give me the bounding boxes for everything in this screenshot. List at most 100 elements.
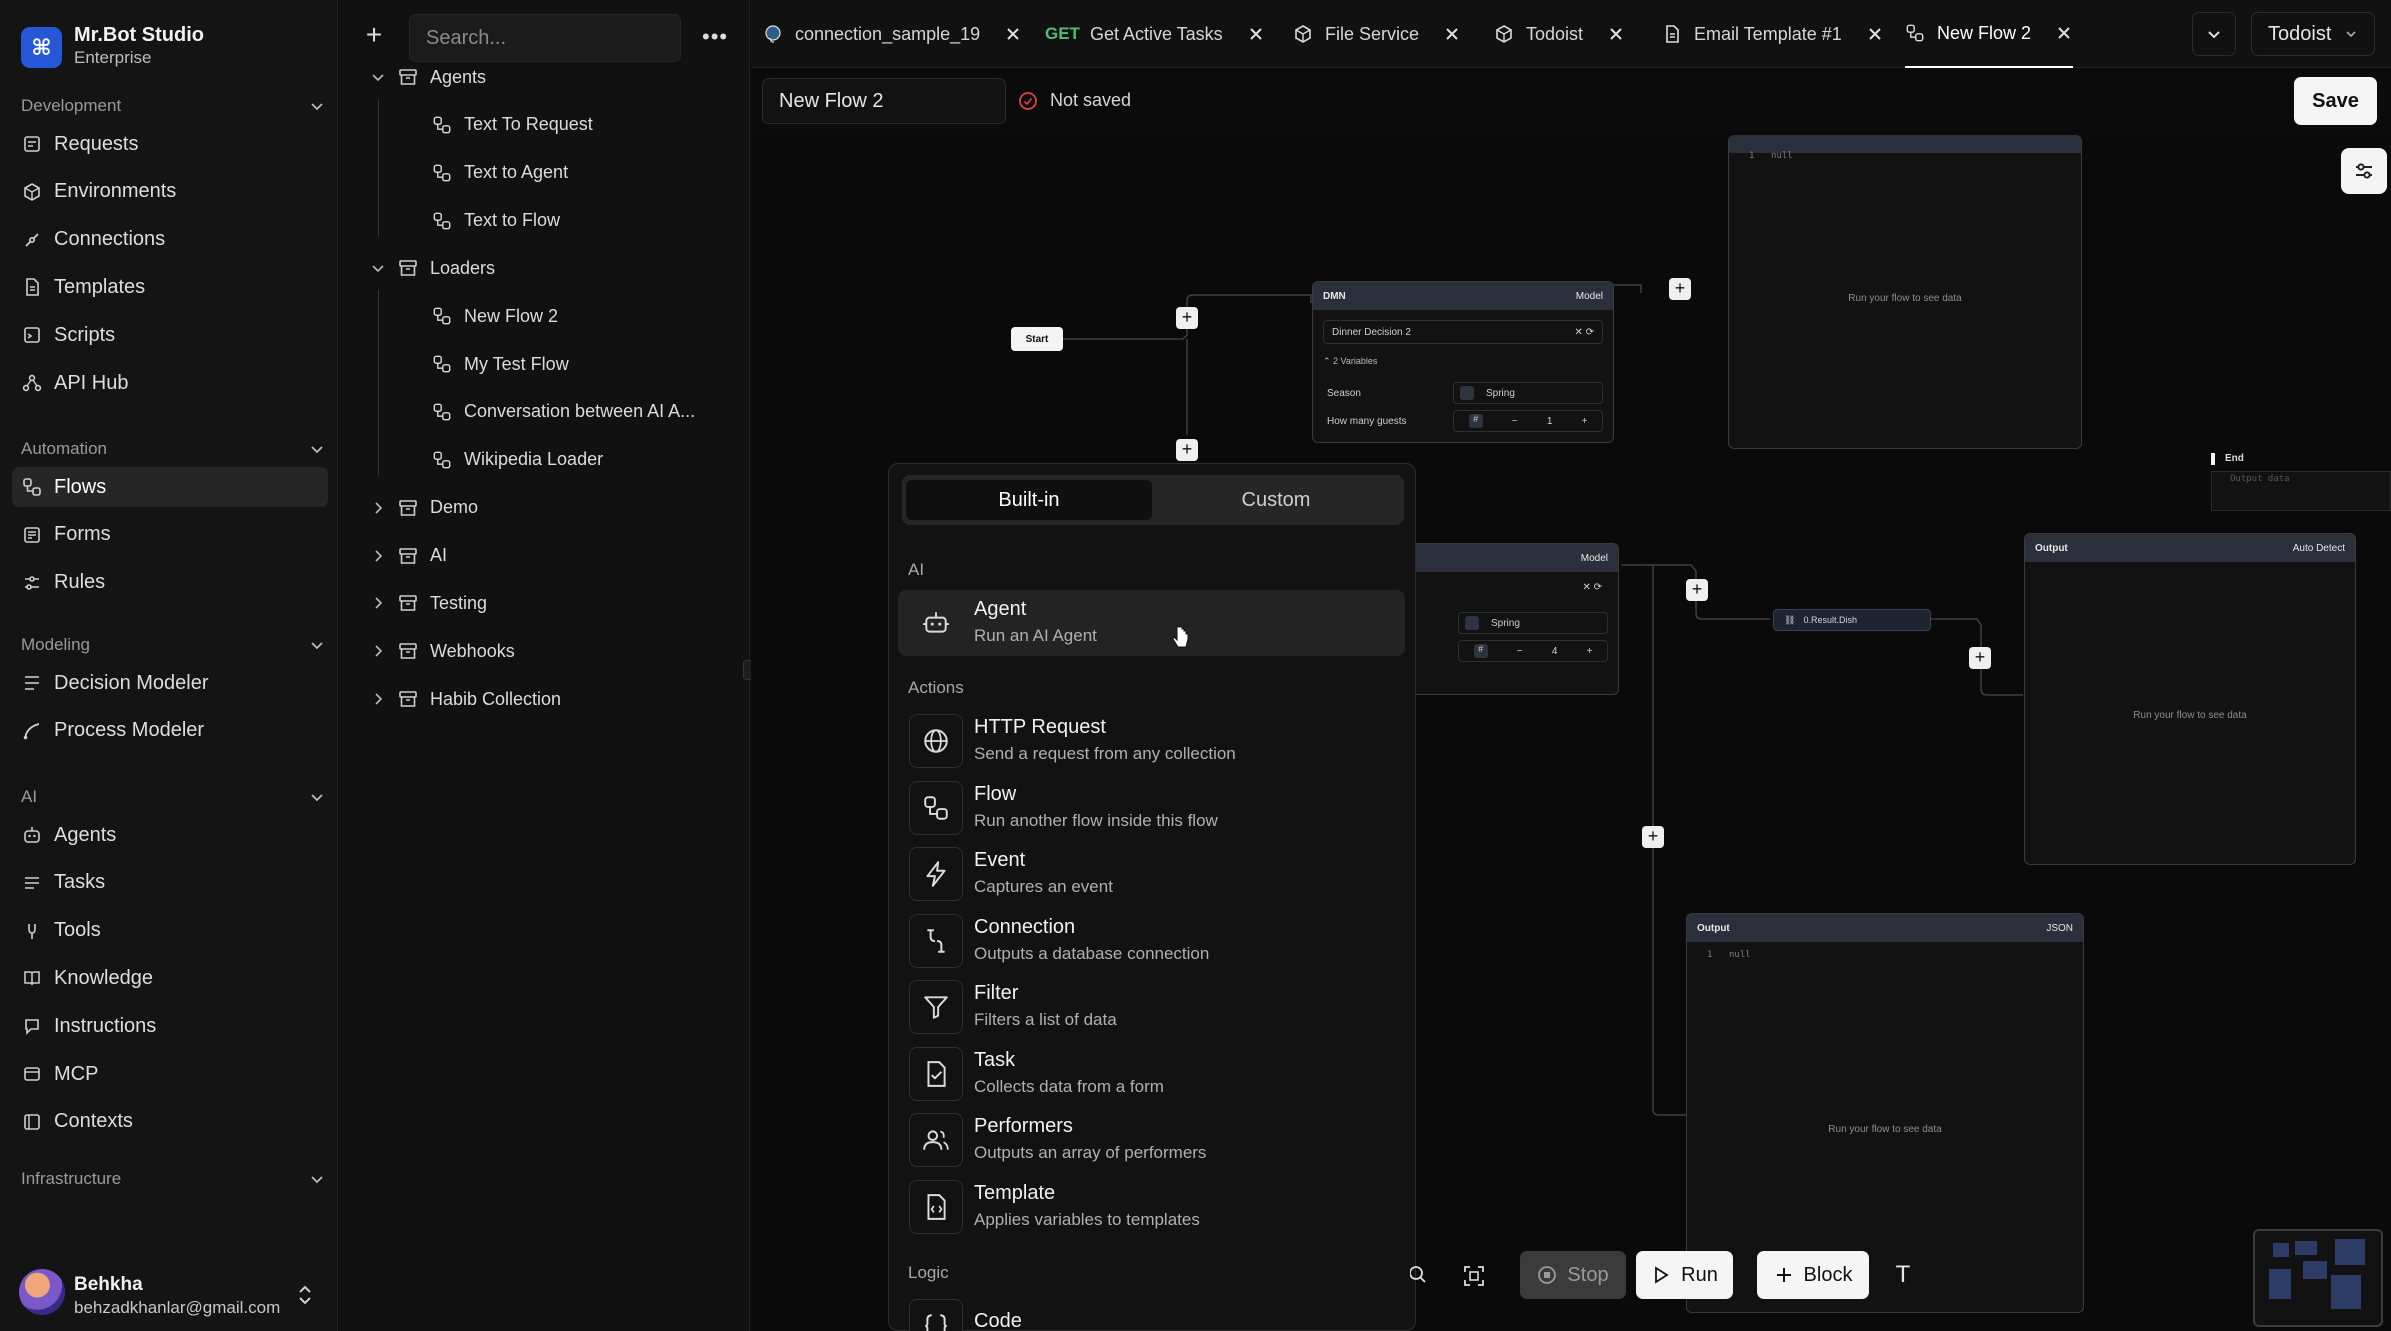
avatar[interactable] bbox=[19, 1269, 65, 1315]
start-node[interactable]: Start bbox=[1011, 327, 1063, 351]
tree-item[interactable]: Text to Agent bbox=[432, 155, 702, 191]
run-button[interactable]: Run bbox=[1636, 1251, 1733, 1299]
tree-folder[interactable]: Demo bbox=[370, 490, 478, 526]
sidebar-item-agents[interactable]: Agents bbox=[12, 815, 328, 855]
tree-item[interactable]: Text To Request bbox=[432, 107, 702, 143]
block-option-flow[interactable]: Flow Run another flow inside this flow bbox=[898, 775, 1405, 841]
section-header-infrastructure[interactable]: Infrastructure bbox=[21, 1169, 326, 1189]
close-icon[interactable] bbox=[1004, 25, 1022, 43]
tree-folder[interactable]: Loaders bbox=[370, 250, 495, 286]
tree-folder[interactable]: Habib Collection bbox=[370, 681, 561, 717]
add-block-button[interactable]: + bbox=[1176, 439, 1198, 461]
output-node-top[interactable]: 1 null Run your flow to see data bbox=[1728, 135, 2082, 449]
sidebar-item-scripts[interactable]: Scripts bbox=[12, 315, 328, 355]
add-item-button[interactable]: + bbox=[362, 21, 386, 49]
sidebar-item-contexts[interactable]: Contexts bbox=[12, 1102, 328, 1142]
tree-item[interactable]: Wikipedia Loader bbox=[432, 442, 702, 478]
block-option-performers[interactable]: Performers Outputs an array of performers bbox=[898, 1107, 1405, 1173]
tab-todoist[interactable]: Todoist bbox=[1494, 0, 1625, 68]
path-chip-node[interactable]: ⛓ 0.Result.Dish bbox=[1773, 609, 1931, 631]
section-header-automation[interactable]: Automation bbox=[21, 439, 326, 459]
canvas-settings-button[interactable] bbox=[2341, 148, 2387, 194]
block-option-connection[interactable]: Connection Outputs a database connection bbox=[898, 908, 1405, 974]
sidebar-item-tools[interactable]: Tools bbox=[12, 911, 328, 951]
decision-select[interactable]: Dinner Decision 2 ✕ ⟳ bbox=[1323, 320, 1603, 344]
close-icon[interactable] bbox=[1866, 25, 1884, 43]
app-logo[interactable]: ⌘ bbox=[21, 27, 62, 68]
workspace-select[interactable]: Todoist bbox=[2251, 12, 2375, 56]
section-header-development[interactable]: Development bbox=[21, 96, 326, 116]
block-option-filter[interactable]: Filter Filters a list of data bbox=[898, 974, 1405, 1040]
clear-icon[interactable]: ✕ ⟳ bbox=[1582, 582, 1602, 593]
decrement-icon[interactable]: − bbox=[1512, 416, 1518, 427]
block-option-event[interactable]: Event Captures an event bbox=[898, 841, 1405, 907]
variables-toggle[interactable]: ⌃ 2 Variables bbox=[1323, 356, 1377, 367]
sidebar-item-process-modeler[interactable]: Process Modeler bbox=[12, 711, 328, 751]
sidebar-item-api-hub[interactable]: API Hub bbox=[12, 363, 328, 403]
sidebar-item-environments[interactable]: Environments bbox=[12, 172, 328, 212]
tab-get-active-tasks[interactable]: GET Get Active Tasks bbox=[1045, 0, 1265, 68]
number-stepper[interactable]: # − 1 + bbox=[1453, 410, 1603, 432]
tab-file-service[interactable]: File Service bbox=[1293, 0, 1461, 68]
flow-name-input[interactable]: New Flow 2 bbox=[762, 78, 1006, 124]
tree-folder[interactable]: Webhooks bbox=[370, 633, 515, 669]
tree-item[interactable]: Conversation between AI A... bbox=[432, 394, 702, 430]
sidebar-item-connections[interactable]: Connections bbox=[12, 220, 328, 260]
tree-item[interactable]: Text to Flow bbox=[432, 203, 702, 239]
tree-folder[interactable]: AI bbox=[370, 538, 447, 574]
decrement-icon[interactable]: − bbox=[1517, 646, 1523, 657]
text-tool-button[interactable]: T bbox=[1884, 1251, 1922, 1299]
tab-custom[interactable]: Custom bbox=[1152, 480, 1400, 520]
canvas-minimap[interactable] bbox=[2253, 1229, 2383, 1327]
add-block-button[interactable]: + bbox=[1969, 647, 1991, 669]
variable-input[interactable]: Spring bbox=[1458, 612, 1608, 634]
tab-email-template-1[interactable]: Email Template #1 bbox=[1662, 0, 1884, 68]
close-icon[interactable] bbox=[1607, 25, 1625, 43]
zoom-out-icon[interactable] bbox=[1410, 1264, 1430, 1286]
section-header-ai[interactable]: AI bbox=[21, 787, 326, 807]
sidebar-item-requests[interactable]: Requests bbox=[12, 124, 328, 164]
output-node-auto[interactable]: Output Auto Detect Run your flow to see … bbox=[2024, 533, 2356, 865]
add-block-button[interactable]: + bbox=[1176, 307, 1198, 329]
sidebar-item-flows[interactable]: Flows bbox=[12, 467, 328, 507]
tabs-overflow-button[interactable] bbox=[2192, 12, 2236, 56]
variable-input[interactable]: Spring bbox=[1453, 382, 1603, 404]
sidebar-item-mcp[interactable]: MCP bbox=[12, 1054, 328, 1094]
account-switch-icon[interactable] bbox=[296, 1284, 314, 1306]
more-options-icon[interactable]: ••• bbox=[702, 24, 728, 50]
tab-new-flow-2[interactable]: New Flow 2 bbox=[1905, 0, 2074, 68]
tab-built-in[interactable]: Built-in bbox=[906, 480, 1152, 520]
add-block-button[interactable]: + bbox=[1642, 826, 1664, 848]
sidebar-item-forms[interactable]: Forms bbox=[12, 515, 328, 555]
tree-folder[interactable]: Agents bbox=[370, 59, 486, 95]
sidebar-item-templates[interactable]: Templates bbox=[12, 267, 328, 307]
dmn-node[interactable]: DMN Model Dinner Decision 2 ✕ ⟳ ⌃ 2 Vari… bbox=[1312, 281, 1614, 443]
clear-icon[interactable]: ✕ ⟳ bbox=[1574, 327, 1594, 338]
add-block-button[interactable]: + bbox=[1669, 278, 1691, 300]
block-option-http-request[interactable]: HTTP Request Send a request from any coll… bbox=[898, 708, 1405, 774]
close-icon[interactable] bbox=[1247, 25, 1265, 43]
tree-folder[interactable]: Testing bbox=[370, 585, 487, 621]
close-icon[interactable] bbox=[2055, 24, 2073, 42]
increment-icon[interactable]: + bbox=[1587, 646, 1593, 657]
sidebar-item-tasks[interactable]: Tasks bbox=[12, 863, 328, 903]
section-header-modeling[interactable]: Modeling bbox=[21, 635, 326, 655]
increment-icon[interactable]: + bbox=[1582, 416, 1588, 427]
save-button[interactable]: Save bbox=[2294, 77, 2377, 125]
block-option-code[interactable]: Code bbox=[898, 1293, 1405, 1331]
number-stepper[interactable]: # − 4 + bbox=[1458, 640, 1608, 662]
sidebar-item-decision-modeler[interactable]: Decision Modeler bbox=[12, 663, 328, 703]
stop-button[interactable]: Stop bbox=[1520, 1251, 1626, 1299]
add-block-button[interactable]: + bbox=[1686, 579, 1708, 601]
sidebar-item-knowledge[interactable]: Knowledge bbox=[12, 958, 328, 998]
end-node[interactable]: End Output data bbox=[2211, 453, 2391, 513]
close-icon[interactable] bbox=[1443, 25, 1461, 43]
add-block-toolbar-button[interactable]: Block bbox=[1757, 1251, 1869, 1299]
tree-item[interactable]: New Flow 2 bbox=[432, 298, 702, 334]
tree-item[interactable]: My Test Flow bbox=[432, 346, 702, 382]
sidebar-item-rules[interactable]: Rules bbox=[12, 563, 328, 603]
tab-connection-sample-19[interactable]: connection_sample_19 bbox=[763, 0, 1022, 68]
sidebar-item-instructions[interactable]: Instructions bbox=[12, 1006, 328, 1046]
block-option-template[interactable]: Template Applies variables to templates bbox=[898, 1174, 1405, 1240]
tree-search-input[interactable]: Search... bbox=[409, 14, 681, 62]
